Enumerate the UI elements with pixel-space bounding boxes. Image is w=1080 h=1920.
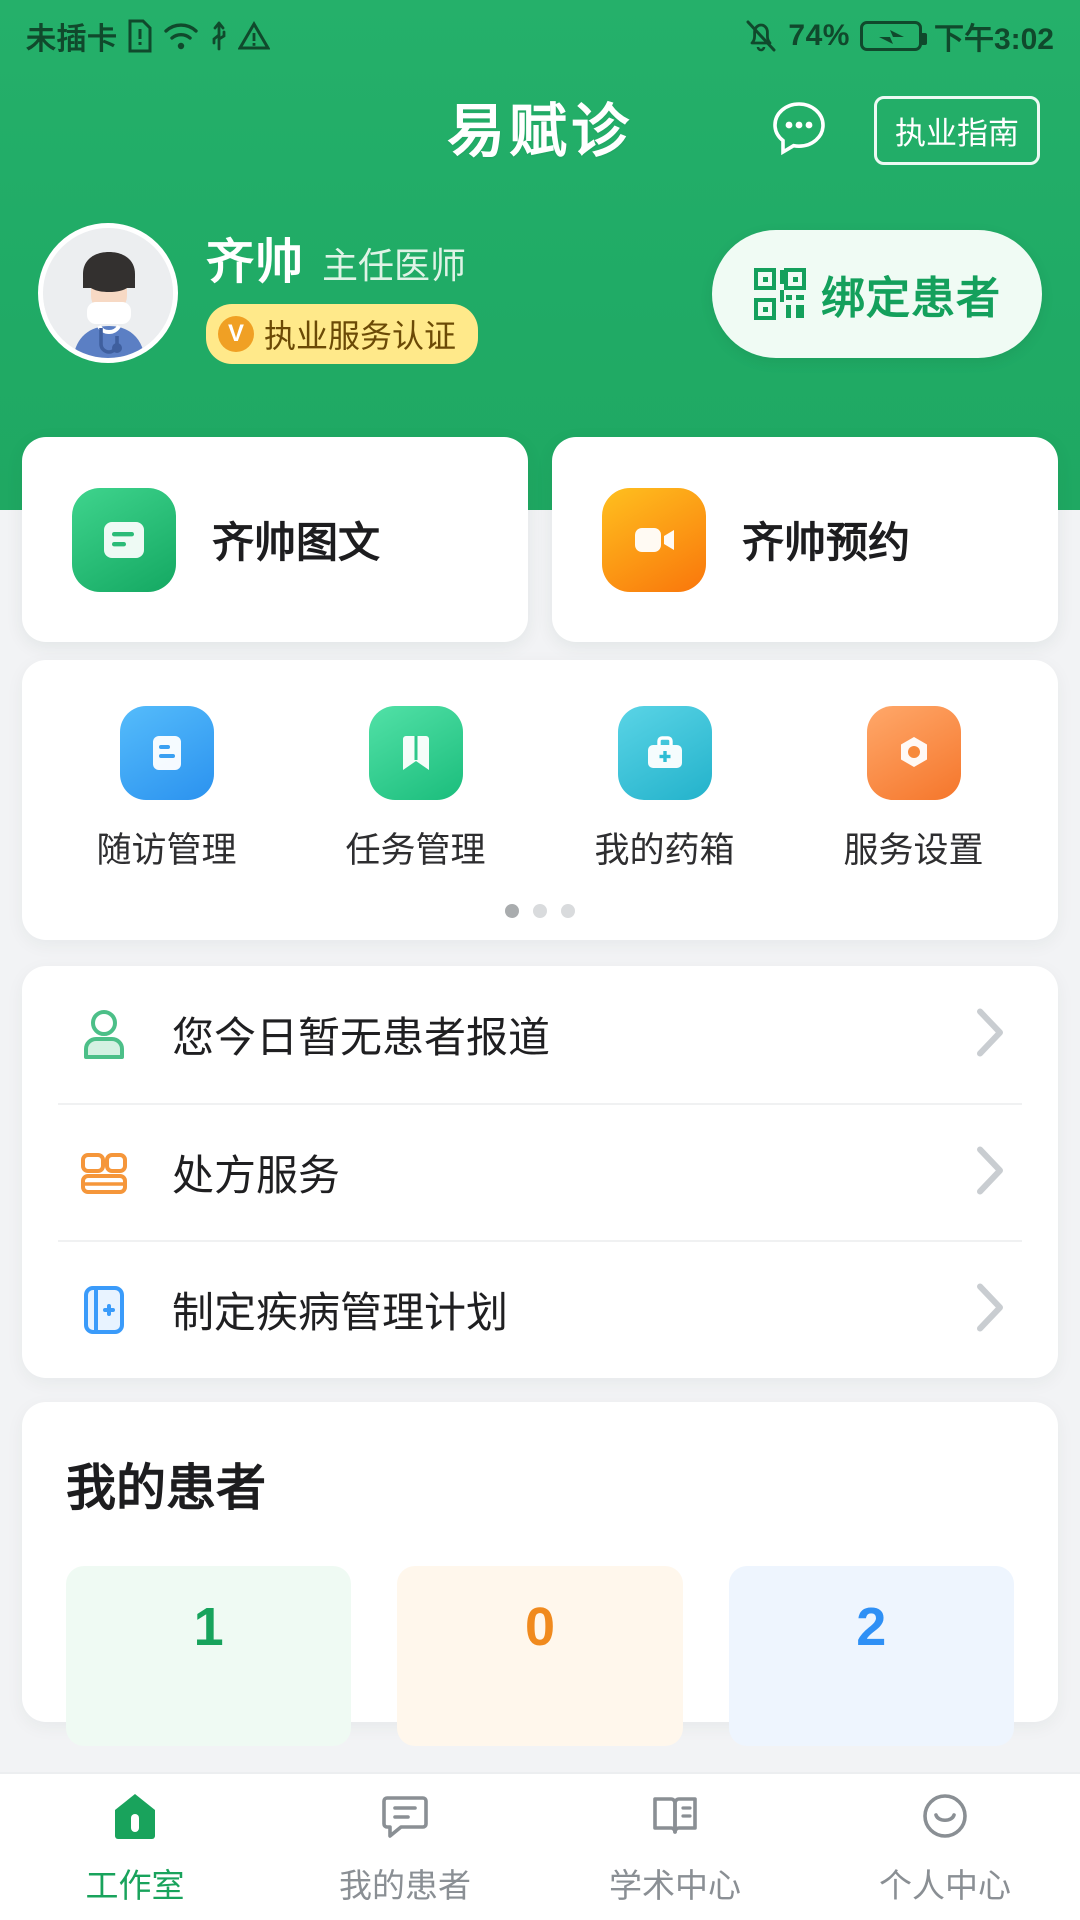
nav-item-label: 学术中心 [609,1866,741,1904]
bottom-navigation: 工作室 我的患者 学术中心 个人中心 [0,1772,1080,1920]
doctor-name-line: 齐帅 主任医师 [206,222,478,292]
text-consult-icon [72,487,176,592]
battery-percentage: 74% [788,19,850,52]
chevron-right-icon [974,1143,1008,1202]
patient-stat-value: 2 [856,1597,887,1657]
nav-item-label: 工作室 [85,1866,185,1904]
my-patients-card: 我的患者 1 0 2 [22,1402,1058,1746]
bind-patient-label: 绑定患者 [821,274,1001,323]
chevron-right-icon [974,1005,1008,1064]
doctor-profile-row: 齐帅 主任医师 V 执业服务认证 绑定患者 [0,218,1080,368]
quick-actions-grid: 随访管理 任务管理 我的药箱 服务设置 [22,660,1058,873]
nav-item-label: 个人中心 [879,1866,1011,1904]
pagination-dots[interactable] [22,904,1058,918]
chat-bubble-icon[interactable] [768,96,830,158]
warning-icon [237,21,270,50]
list-row-disease-plan[interactable]: 制定疾病管理计划 [58,1240,1022,1377]
disease-plan-icon [72,1278,136,1342]
medicine-box-icon [617,706,712,800]
carrier-label: 未插卡 [26,23,118,56]
battery-charging-icon [859,21,927,51]
doctor-name: 齐帅 [206,236,305,289]
quick-action-label: 服务设置 [843,831,984,870]
quick-actions-card: 随访管理 任务管理 我的药箱 服务设置 [22,660,1058,940]
service-settings-icon [866,706,961,800]
bind-patient-button[interactable]: 绑定患者 [712,230,1042,358]
status-bar: 未插卡 74% 下午3:02 [0,0,1080,72]
list-row-label: 您今日暂无患者报道 [172,1014,551,1061]
wifi-icon [163,23,198,50]
status-bar-right: 74% 下午3:02 [744,14,1054,58]
academic-book-icon [647,1788,703,1849]
doctor-info: 齐帅 主任医师 V 执业服务认证 [206,222,479,364]
nav-item-workspace[interactable]: 工作室 [0,1774,270,1920]
service-card-text-consult[interactable]: 齐帅图文 [22,437,528,642]
service-cards: 齐帅图文 齐帅预约 [22,437,1058,642]
quick-action-followup[interactable]: 随访管理 [42,706,291,873]
patient-stat-box[interactable]: 1 [66,1566,352,1746]
my-patients-title: 我的患者 [66,1460,266,1516]
quick-action-label: 任务管理 [345,831,486,870]
verified-icon: V [218,316,254,352]
shortcut-list-card: 您今日暂无患者报道 处方服务 制定疾病管理计划 [22,966,1058,1378]
nav-item-label: 我的患者 [339,1866,471,1904]
workspace-home-icon [107,1788,163,1849]
list-row-label: 制定疾病管理计划 [172,1289,509,1336]
list-row-prescription[interactable]: 处方服务 [58,1103,1022,1240]
nav-item-academic[interactable]: 学术中心 [540,1774,810,1920]
doctor-title: 主任医师 [322,245,467,286]
service-card-label: 齐帅图文 [212,519,381,566]
patient-stats-row: 1 0 2 [66,1566,1014,1746]
page-dot[interactable] [533,904,547,918]
nav-item-profile[interactable]: 个人中心 [810,1774,1080,1920]
app-header: 易赋诊 执业指南 [0,80,1080,172]
service-card-label: 齐帅预约 [742,519,911,566]
usb-icon [212,21,225,51]
clock-label: 下午3:02 [933,23,1054,56]
quick-action-task[interactable]: 任务管理 [291,706,540,873]
status-bar-left: 未插卡 [26,14,270,58]
certification-label: 执业服务认证 [264,318,457,354]
qr-scan-icon [754,268,806,320]
practice-guide-button[interactable]: 执业指南 [874,96,1040,165]
patient-person-icon [72,1003,136,1067]
brand-logo: 易赋诊 [446,99,634,164]
nav-item-patients[interactable]: 我的患者 [270,1774,540,1920]
quick-action-medicine[interactable]: 我的药箱 [540,706,789,873]
patient-stat-box[interactable]: 2 [728,1566,1014,1746]
service-card-appointment[interactable]: 齐帅预约 [552,437,1058,642]
page-dot[interactable] [561,904,575,918]
list-row-label: 处方服务 [172,1152,341,1199]
patients-chat-icon [377,1788,433,1849]
video-appointment-icon [602,487,706,592]
certification-badge: V 执业服务认证 [206,304,479,364]
list-row-no-patient-report[interactable]: 您今日暂无患者报道 [58,966,1022,1103]
sim-alert-icon [128,19,151,53]
patient-stat-value: 1 [193,1597,224,1657]
profile-smile-icon [917,1788,973,1849]
quick-action-settings[interactable]: 服务设置 [789,706,1038,873]
chevron-right-icon [974,1280,1008,1339]
prescription-icon [72,1141,136,1205]
patient-stat-box[interactable]: 0 [397,1566,683,1746]
followup-icon [119,706,214,800]
patient-stat-value: 0 [524,1597,556,1657]
quick-action-label: 我的药箱 [594,831,735,870]
page-dot[interactable] [505,904,519,918]
task-bookmark-icon [368,706,463,800]
bell-off-icon [746,20,776,52]
quick-action-label: 随访管理 [96,831,237,870]
doctor-avatar[interactable] [38,223,178,363]
